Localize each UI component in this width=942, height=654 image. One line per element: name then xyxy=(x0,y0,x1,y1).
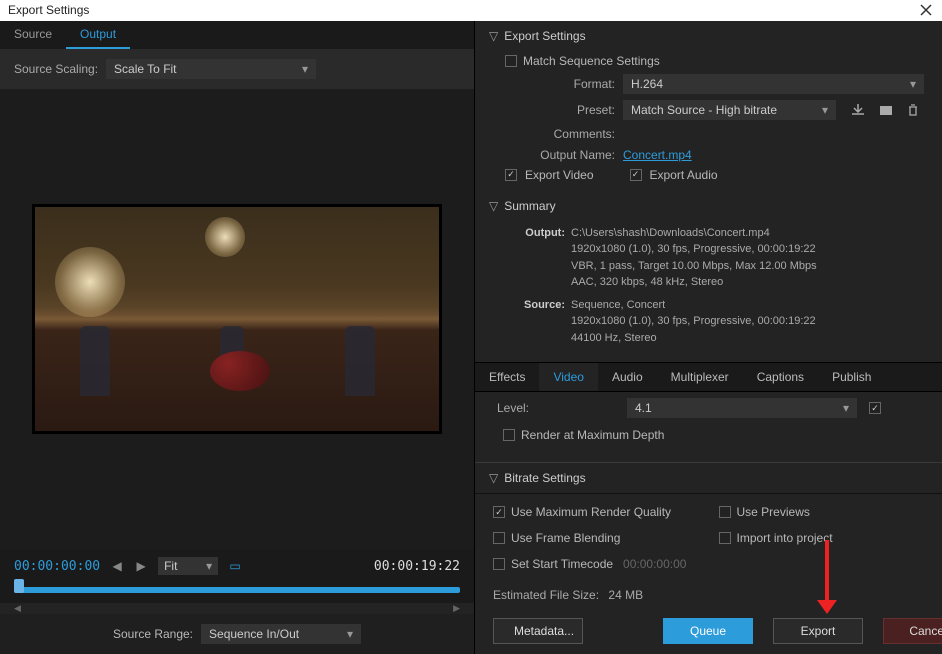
comments-label: Comments: xyxy=(505,127,615,141)
output-name-link[interactable]: Concert.mp4 xyxy=(623,148,692,162)
summary-source-res: 1920x1080 (1.0), 30 fps, Progressive, 00… xyxy=(515,313,924,330)
source-scaling-row: Source Scaling: Scale To Fit ▾ xyxy=(0,49,474,89)
queue-button[interactable]: Queue xyxy=(663,618,753,644)
import-preset-icon[interactable] xyxy=(878,103,896,117)
use-previews-checkbox[interactable] xyxy=(719,506,731,518)
disclosure-triangle-icon: ▽ xyxy=(489,29,498,43)
start-timecode-value: 00:00:00:00 xyxy=(623,557,686,571)
match-sequence-label: Match Sequence Settings xyxy=(523,54,660,68)
bitrate-settings-header[interactable]: ▽ Bitrate Settings xyxy=(475,462,942,493)
source-range-dropdown[interactable]: Sequence In/Out ▾ xyxy=(201,624,361,644)
preset-dropdown[interactable]: Match Source - High bitrate ▾ xyxy=(623,100,836,120)
chevron-down-icon: ▾ xyxy=(347,627,353,641)
out-marker-icon[interactable]: ▶ xyxy=(453,603,460,614)
current-timecode[interactable]: 00:00:00:00 xyxy=(14,559,100,574)
export-video-checkbox[interactable] xyxy=(505,169,517,181)
export-video-label: Export Video xyxy=(525,168,594,182)
export-settings-dialog: Export Settings Source Output Source Sca… xyxy=(0,0,942,654)
tab-source[interactable]: Source xyxy=(0,21,66,49)
metadata-button[interactable]: Metadata... xyxy=(493,618,583,644)
chevron-down-icon: ▾ xyxy=(910,77,916,91)
export-settings-header[interactable]: ▽ Export Settings xyxy=(475,21,942,51)
tab-effects[interactable]: Effects xyxy=(475,363,539,391)
tab-output[interactable]: Output xyxy=(66,21,130,49)
preset-label: Preset: xyxy=(505,103,615,117)
disclosure-triangle-icon: ▽ xyxy=(489,471,498,485)
aspect-icon[interactable]: ▭ xyxy=(228,559,242,573)
timeline-markers: ◀ ▶ xyxy=(0,603,474,614)
summary-output-res: 1920x1080 (1.0), 30 fps, Progressive, 00… xyxy=(515,241,924,258)
left-panel: Source Output Source Scaling: Scale To F… xyxy=(0,21,475,654)
disclosure-triangle-icon: ▽ xyxy=(489,199,498,213)
next-frame-icon[interactable]: ▶ xyxy=(134,559,148,573)
bottom-options: Use Maximum Render Quality Use Previews … xyxy=(475,493,942,582)
settings-tabs: Effects Video Audio Multiplexer Captions… xyxy=(475,362,942,392)
level-match-checkbox[interactable] xyxy=(869,402,881,414)
render-max-depth-label: Render at Maximum Depth xyxy=(521,428,664,442)
export-audio-checkbox[interactable] xyxy=(630,169,642,181)
frame-blending-checkbox[interactable] xyxy=(493,532,505,544)
delete-preset-icon[interactable] xyxy=(906,103,924,117)
in-marker-icon[interactable]: ◀ xyxy=(14,603,21,614)
output-name-label: Output Name: xyxy=(505,148,615,162)
window-title: Export Settings xyxy=(8,3,918,17)
level-label: Level: xyxy=(489,401,619,415)
preview-tabs: Source Output xyxy=(0,21,474,49)
max-quality-checkbox[interactable] xyxy=(493,506,505,518)
prev-frame-icon[interactable]: ◀ xyxy=(110,559,124,573)
summary-body: Output:C:\Users\shash\Downloads\Concert.… xyxy=(475,221,942,357)
summary-source-audio: 44100 Hz, Stereo xyxy=(515,330,924,347)
video-preview[interactable] xyxy=(32,204,442,434)
summary-output-bitrate: VBR, 1 pass, Target 10.00 Mbps, Max 12.0… xyxy=(515,258,924,275)
tab-audio[interactable]: Audio xyxy=(598,363,657,391)
chevron-down-icon: ▾ xyxy=(843,401,849,415)
summary-source-seq: Sequence, Concert xyxy=(571,297,665,314)
close-icon xyxy=(920,4,932,16)
summary-output-path: C:\Users\shash\Downloads\Concert.mp4 xyxy=(571,225,770,242)
video-settings-panel: Level: 4.1 ▾ Render at Maximum Depth xyxy=(475,392,942,454)
tab-publish[interactable]: Publish xyxy=(818,363,885,391)
start-timecode-checkbox[interactable] xyxy=(493,558,505,570)
playhead[interactable] xyxy=(14,579,24,593)
titlebar: Export Settings xyxy=(0,0,942,21)
duration-timecode: 00:00:19:22 xyxy=(374,559,460,574)
timeline[interactable] xyxy=(0,583,474,603)
format-dropdown[interactable]: H.264 ▾ xyxy=(623,74,924,94)
comments-input[interactable] xyxy=(623,126,924,142)
cancel-button[interactable]: Cancel xyxy=(883,618,942,644)
tab-multiplexer[interactable]: Multiplexer xyxy=(657,363,743,391)
match-sequence-checkbox[interactable] xyxy=(505,55,517,67)
zoom-fit-dropdown[interactable]: Fit ▾ xyxy=(158,557,218,575)
estimated-size-row: Estimated File Size: 24 MB xyxy=(475,582,942,608)
source-scaling-dropdown[interactable]: Scale To Fit ▾ xyxy=(106,59,316,79)
close-button[interactable] xyxy=(918,2,934,18)
chevron-down-icon: ▾ xyxy=(822,103,828,117)
level-dropdown[interactable]: 4.1 ▾ xyxy=(627,398,857,418)
chevron-down-icon: ▾ xyxy=(302,62,308,76)
source-range-row: Source Range: Sequence In/Out ▾ xyxy=(0,614,474,654)
right-panel: ▽ Export Settings Match Sequence Setting… xyxy=(475,21,942,654)
summary-output-audio: AAC, 320 kbps, 48 kHz, Stereo xyxy=(515,274,924,291)
summary-header[interactable]: ▽ Summary xyxy=(475,191,942,221)
format-label: Format: xyxy=(505,77,615,91)
import-project-checkbox[interactable] xyxy=(719,532,731,544)
export-button[interactable]: Export xyxy=(773,618,863,644)
render-max-depth-checkbox[interactable] xyxy=(503,429,515,441)
save-preset-icon[interactable] xyxy=(850,103,868,117)
button-row: Metadata... Queue Export Cancel xyxy=(475,608,942,654)
source-scaling-label: Source Scaling: xyxy=(14,62,98,76)
tab-video[interactable]: Video xyxy=(539,363,597,391)
time-controls: 00:00:00:00 ◀ ▶ Fit ▾ ▭ 00:00:19:22 xyxy=(0,549,474,583)
source-range-label: Source Range: xyxy=(113,627,193,641)
estimated-size-value: 24 MB xyxy=(608,588,643,602)
tab-captions[interactable]: Captions xyxy=(743,363,818,391)
chevron-down-icon: ▾ xyxy=(206,559,212,573)
export-audio-label: Export Audio xyxy=(650,168,718,182)
preview-area xyxy=(0,89,474,550)
